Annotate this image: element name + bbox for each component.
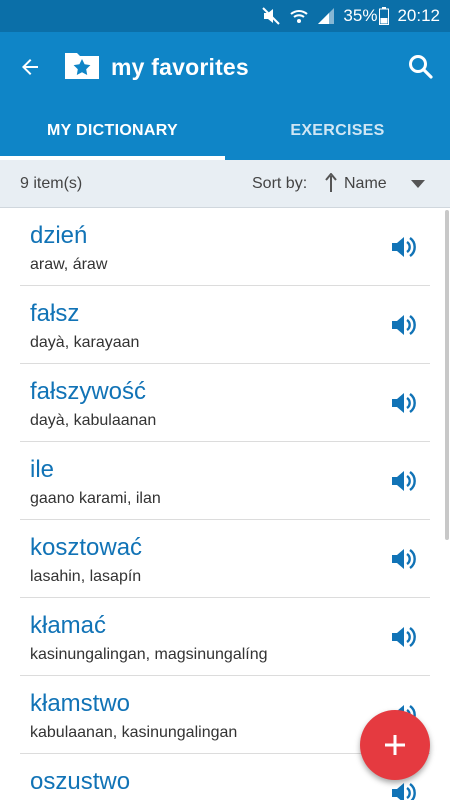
item-translation: gaano karami, ilan	[30, 490, 161, 507]
battery-percent: 35%	[343, 6, 378, 25]
speaker-icon[interactable]	[390, 780, 418, 800]
clock: 20:12	[397, 6, 440, 25]
page-title: my favorites	[111, 53, 249, 80]
speaker-icon[interactable]	[390, 234, 418, 260]
list-toolbar: 9 item(s) Sort by: Name	[0, 160, 450, 208]
item-translation: kabulaanan, kasinungalingan	[30, 724, 238, 741]
favorites-folder-icon	[63, 49, 101, 86]
add-button[interactable]	[360, 710, 430, 780]
item-translation: dayà, kabulaanan	[30, 412, 157, 429]
item-word: fałszywość	[30, 378, 147, 405]
plus-icon	[385, 735, 405, 755]
signal-icon	[317, 7, 335, 25]
tab-bar: MY DICTIONARY EXERCISES	[0, 102, 450, 160]
search-icon	[409, 55, 433, 79]
item-word: fałsz	[30, 300, 80, 327]
item-translation: lasahin, lasapín	[30, 568, 142, 585]
item-word: oszustwo	[30, 768, 131, 795]
list-item[interactable]: kłamać kasinungalingan, magsinungalíng	[20, 598, 430, 676]
status-bar: 35% 20:12	[0, 0, 450, 32]
speaker-icon[interactable]	[390, 312, 418, 338]
sort-label: Sort by:	[252, 175, 308, 192]
item-translation: araw, áraw	[30, 256, 108, 273]
item-translation: kasinungalingan, magsinungalíng	[30, 646, 268, 663]
search-button[interactable]	[406, 52, 436, 82]
battery-icon	[379, 7, 390, 25]
list-item[interactable]: ile gaano karami, ilan	[20, 442, 430, 520]
list-item[interactable]: fałszywość dayà, kabulaanan	[20, 364, 430, 442]
mute-icon	[261, 6, 281, 26]
dropdown-icon[interactable]	[411, 180, 425, 188]
item-count: 9 item(s)	[20, 174, 83, 192]
item-word: kosztować	[30, 534, 143, 561]
speaker-icon[interactable]	[390, 390, 418, 416]
scrollbar[interactable]	[445, 210, 449, 540]
sort-arrow-icon[interactable]	[325, 172, 337, 198]
speaker-icon[interactable]	[390, 468, 418, 494]
item-word: dzień	[30, 222, 88, 249]
app-bar: my favorites	[0, 32, 450, 102]
speaker-icon[interactable]	[390, 546, 418, 572]
wifi-icon	[289, 6, 309, 26]
back-arrow-icon	[22, 59, 38, 75]
tab-my-dictionary[interactable]: MY DICTIONARY	[0, 102, 225, 160]
speaker-icon[interactable]	[390, 624, 418, 650]
list-item[interactable]: dzień araw, áraw	[20, 208, 430, 286]
tab-exercises[interactable]: EXERCISES	[225, 102, 450, 160]
item-translation: dayà, karayaan	[30, 334, 140, 351]
list-item[interactable]: fałsz dayà, karayaan	[20, 286, 430, 364]
list-item[interactable]: kosztować lasahin, lasapín	[20, 520, 430, 598]
item-word: kłamstwo	[30, 690, 131, 717]
item-word: ile	[30, 456, 55, 483]
back-button[interactable]	[0, 32, 60, 102]
item-word: kłamać	[30, 612, 107, 639]
sort-value[interactable]: Name	[344, 175, 387, 193]
